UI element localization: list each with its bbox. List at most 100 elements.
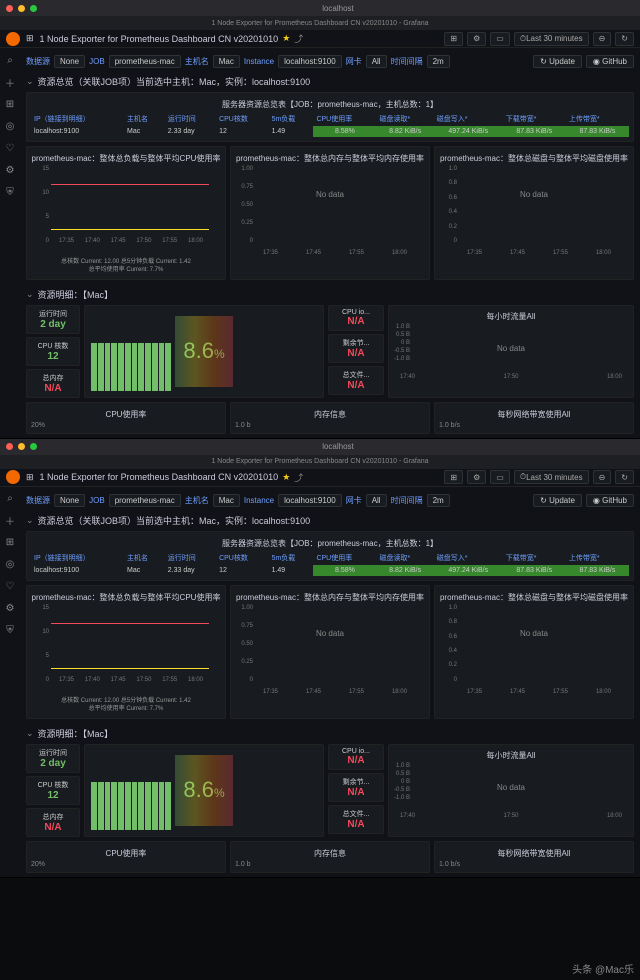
panel-disk[interactable]: prometheus-mac：整体总磁盘与整体平均磁盘使用率 1.00.80.6… (434, 146, 634, 280)
zoom-out-button[interactable]: ⊖ (593, 470, 612, 484)
panel-load-cpu[interactable]: prometheus-mac：整体总负载与整体平均CPU使用率 151050 1… (26, 146, 226, 280)
panel-mem-info[interactable]: 内存信息1.0 b (230, 402, 430, 434)
create-icon[interactable]: ＋ (4, 76, 16, 88)
dashboards-icon[interactable]: ⊞ (4, 98, 16, 110)
admin-icon[interactable]: ⛨ (4, 186, 16, 198)
search-icon[interactable]: ⌕ (4, 54, 16, 66)
explore-icon[interactable]: ◎ (4, 559, 16, 571)
stat-uptime[interactable]: 运行时间2 day (26, 305, 80, 334)
dashboard-title: 1 Node Exporter for Prometheus Dashboard… (40, 32, 304, 45)
cycle-view-button[interactable]: ▭ (490, 470, 510, 484)
grafana-header: ⊞ 1 Node Exporter for Prometheus Dashboa… (0, 30, 640, 48)
stat-iowait[interactable]: CPU io...N/A (328, 744, 384, 770)
explore-icon[interactable]: ◎ (4, 120, 16, 132)
panel-disk[interactable]: prometheus-mac：整体总磁盘与整体平均磁盘使用率 1.00.80.6… (434, 585, 634, 719)
grafana-logo-icon[interactable] (6, 32, 20, 46)
panel-net-bw[interactable]: 每秒网络带宽使用All1.0 b/s (434, 841, 634, 873)
var-host[interactable]: Mac (213, 494, 240, 507)
github-button[interactable]: ◉ GitHub (586, 494, 634, 507)
create-icon[interactable]: ＋ (4, 515, 16, 527)
macos-titlebar: localhost (0, 0, 640, 16)
var-nic[interactable]: All (366, 494, 387, 507)
stat-files[interactable]: 总文件...N/A (328, 805, 384, 834)
max-dot[interactable] (30, 443, 37, 450)
add-panel-button[interactable]: ⊞ (444, 32, 463, 46)
var-host[interactable]: Mac (213, 55, 240, 68)
star-icon[interactable]: ★ (282, 33, 290, 44)
share-icon[interactable]: ⤴ (294, 471, 303, 484)
section-overview-header[interactable]: ⌄资源总览（关联JOB项）当前选中主机：Mac，实例：localhost:910… (26, 510, 634, 531)
dashboard-settings-button[interactable]: ⚙ (467, 32, 486, 46)
time-range-picker[interactable]: ⏱ Last 30 minutes (514, 470, 589, 484)
close-dot[interactable] (6, 443, 13, 450)
panel-cpu-usage[interactable]: CPU使用率20% (26, 402, 226, 434)
section-detail-header[interactable]: ⌄资源明细：【Mac】 (26, 284, 634, 305)
grafana-sidebar: ⌕ ＋ ⊞ ◎ ♡ ⚙ ⛨ (0, 487, 20, 877)
cycle-view-button[interactable]: ▭ (490, 32, 510, 46)
browser-tab[interactable]: 1 Node Exporter for Prometheus Dashboard… (0, 455, 640, 469)
search-icon[interactable]: ⌕ (4, 493, 16, 505)
macos-titlebar: localhost (0, 439, 640, 455)
panel-mem-info[interactable]: 内存信息1.0 b (230, 841, 430, 873)
star-icon[interactable]: ★ (282, 472, 290, 483)
var-datasource[interactable]: None (54, 55, 85, 68)
config-icon[interactable]: ⚙ (4, 164, 16, 176)
var-instance[interactable]: localhost:9100 (278, 494, 342, 507)
github-button[interactable]: ◉ GitHub (586, 55, 634, 68)
min-dot[interactable] (18, 5, 25, 12)
var-interval[interactable]: 2m (427, 55, 450, 68)
dashboard-settings-button[interactable]: ⚙ (467, 470, 486, 484)
stat-inodes[interactable]: 剩余节...N/A (328, 773, 384, 802)
var-datasource[interactable]: None (54, 494, 85, 507)
stat-iowait[interactable]: CPU io...N/A (328, 305, 384, 331)
table-row[interactable]: localhost:9100Mac2.33 day 121.49 8.58%8.… (31, 565, 629, 576)
grafana-logo-icon[interactable] (6, 470, 20, 484)
refresh-button[interactable]: ↻ (615, 470, 634, 484)
stat-files[interactable]: 总文件...N/A (328, 366, 384, 395)
var-nic[interactable]: All (366, 55, 387, 68)
share-icon[interactable]: ⤴ (294, 32, 303, 45)
browser-tab[interactable]: 1 Node Exporter for Prometheus Dashboard… (0, 16, 640, 30)
alerting-icon[interactable]: ♡ (4, 581, 16, 593)
chevron-down-icon: ⌄ (26, 289, 34, 300)
update-button[interactable]: ↻ Update (533, 55, 582, 68)
panel-load-cpu[interactable]: prometheus-mac：整体总负载与整体平均CPU使用率 151050 1… (26, 585, 226, 719)
time-range-picker[interactable]: ⏱ Last 30 minutes (514, 32, 589, 46)
var-interval[interactable]: 2m (427, 494, 450, 507)
panel-icon: ⊞ (26, 33, 34, 44)
var-instance[interactable]: localhost:9100 (278, 55, 342, 68)
panel-hourly-traffic[interactable]: 每小时流量All 1.0 B0.5 B0 B-0.5 B-1.0 B No da… (388, 744, 634, 837)
gauge-cpu[interactable]: 8.6% (84, 305, 324, 398)
min-dot[interactable] (18, 443, 25, 450)
add-panel-button[interactable]: ⊞ (444, 470, 463, 484)
admin-icon[interactable]: ⛨ (4, 625, 16, 637)
max-dot[interactable] (30, 5, 37, 12)
chevron-down-icon: ⌄ (26, 515, 34, 526)
stat-uptime[interactable]: 运行时间2 day (26, 744, 80, 773)
section-overview-header[interactable]: ⌄资源总览（关联JOB项）当前选中主机：Mac，实例：localhost:910… (26, 71, 634, 92)
alerting-icon[interactable]: ♡ (4, 142, 16, 154)
stat-cores[interactable]: CPU 核数12 (26, 337, 80, 366)
panel-hourly-traffic[interactable]: 每小时流量All 1.0 B0.5 B0 B-0.5 B-1.0 B No da… (388, 305, 634, 398)
var-job[interactable]: prometheus-mac (109, 494, 181, 507)
panel-net-bw[interactable]: 每秒网络带宽使用All1.0 b/s (434, 402, 634, 434)
stat-inodes[interactable]: 剩余节...N/A (328, 334, 384, 363)
stat-memory[interactable]: 总内存N/A (26, 369, 80, 398)
variable-row: 数据源None JOBprometheus-mac 主机名Mac Instanc… (26, 52, 634, 71)
panel-cpu-usage[interactable]: CPU使用率20% (26, 841, 226, 873)
zoom-out-button[interactable]: ⊖ (593, 32, 612, 46)
config-icon[interactable]: ⚙ (4, 603, 16, 615)
panel-memory[interactable]: prometheus-mac：整体总内存与整体平均内存使用率 1.000.750… (230, 585, 430, 719)
table-row[interactable]: localhost:9100Mac2.33 day 121.49 8.58%8.… (31, 126, 629, 137)
close-dot[interactable] (6, 5, 13, 12)
section-detail-header[interactable]: ⌄资源明细：【Mac】 (26, 723, 634, 744)
panel-icon: ⊞ (26, 472, 34, 483)
dashboards-icon[interactable]: ⊞ (4, 537, 16, 549)
stat-memory[interactable]: 总内存N/A (26, 808, 80, 837)
update-button[interactable]: ↻ Update (533, 494, 582, 507)
refresh-button[interactable]: ↻ (615, 32, 634, 46)
gauge-cpu[interactable]: 8.6% (84, 744, 324, 837)
stat-cores[interactable]: CPU 核数12 (26, 776, 80, 805)
panel-memory[interactable]: prometheus-mac：整体总内存与整体平均内存使用率 1.000.750… (230, 146, 430, 280)
var-job[interactable]: prometheus-mac (109, 55, 181, 68)
